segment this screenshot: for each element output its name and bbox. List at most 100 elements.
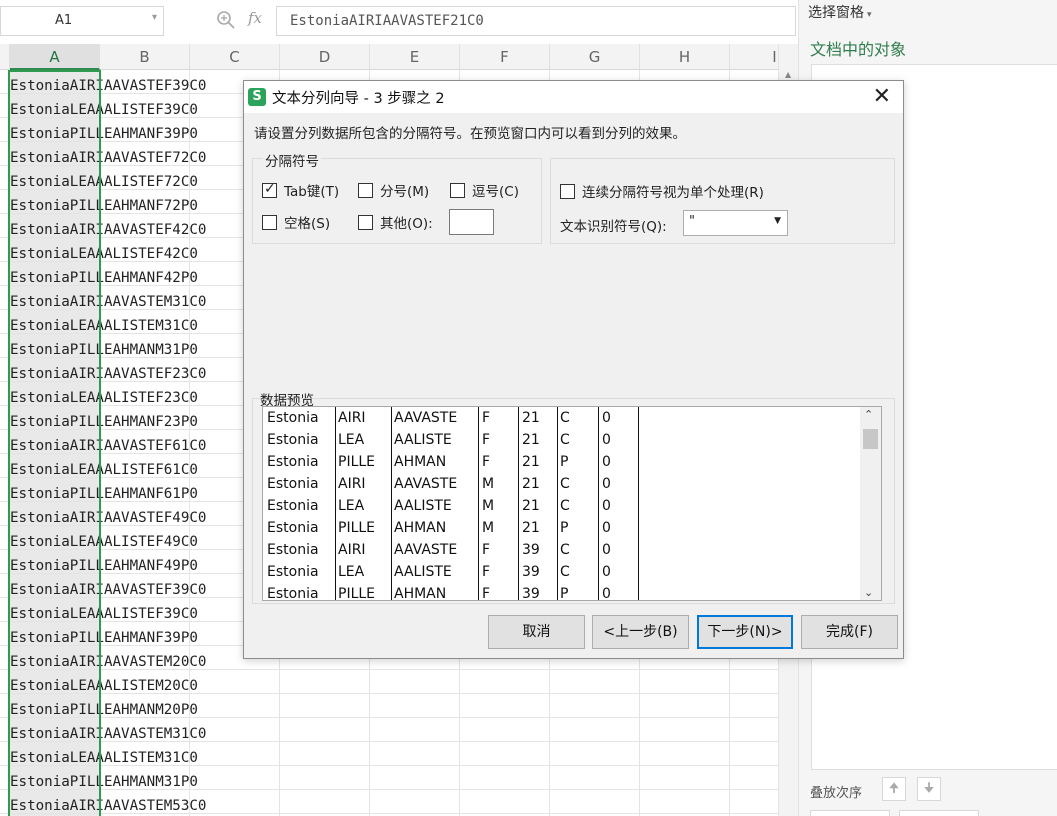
preview-cell: 0 xyxy=(602,564,611,580)
pane-title[interactable]: 选择窗格 ▾ xyxy=(808,2,872,22)
preview-row: Estonia AIRI AAVASTE F 39 C 0 xyxy=(263,539,863,561)
scrollbar-thumb[interactable] xyxy=(863,429,878,449)
cancel-button[interactable]: 取消 xyxy=(488,615,585,649)
preview-cell: LEA xyxy=(338,432,365,448)
chevron-down-icon[interactable]: ⌄ xyxy=(864,586,873,599)
preview-cell: F xyxy=(482,410,491,426)
dialog-titlebar[interactable]: S 文本分列向导 - 3 步骤之 2 ✕ xyxy=(244,81,903,113)
scroll-up-icon[interactable]: ▲ xyxy=(785,70,791,79)
checkbox-icon xyxy=(358,182,373,198)
preview-cell: F xyxy=(482,586,491,601)
preview-row: Estonia PILLE AHMAN M 21 P 0 xyxy=(263,517,863,539)
column-header-d[interactable]: D xyxy=(280,44,370,70)
finish-button[interactable]: 完成(F) xyxy=(801,615,898,649)
preview-row: Estonia PILLE AHMAN F 21 P 0 xyxy=(263,451,863,473)
preview-cell: P xyxy=(560,454,569,470)
column-header-g[interactable]: G xyxy=(550,44,640,70)
other-checkbox[interactable]: 其他(O): xyxy=(358,212,433,232)
preview-cell: 0 xyxy=(602,586,611,601)
chevron-up-icon[interactable]: ⌃ xyxy=(864,408,873,421)
consecutive-delimiters-label: 连续分隔符号视为单个处理(R) xyxy=(582,185,764,201)
preview-cell: C xyxy=(560,542,570,558)
text-qualifier-label: 文本识别符号(Q): xyxy=(560,219,667,235)
preview-cell: LEA xyxy=(338,498,365,514)
pane-bottom-button[interactable] xyxy=(810,810,890,816)
chevron-down-icon[interactable]: ▾ xyxy=(152,12,157,23)
pane-bottom-button[interactable] xyxy=(899,810,979,816)
data-preview[interactable]: Estonia AIRI AAVASTE F 21 C 0 Estonia LEA AALISTE… xyxy=(262,406,882,601)
preview-cell: P xyxy=(560,520,569,536)
preview-cell: M xyxy=(482,520,495,536)
preview-row: Estonia AIRI AAVASTE M 21 C 0 xyxy=(263,473,863,495)
text-qualifier-select[interactable]: " ▼ xyxy=(683,210,788,236)
preview-cell: Estonia xyxy=(267,586,319,601)
select-all-corner[interactable] xyxy=(0,44,10,70)
preview-cell: 39 xyxy=(522,542,540,558)
dropdown-arrow-icon: ▼ xyxy=(774,216,781,226)
preview-cell: AIRI xyxy=(338,410,366,426)
tab-checkbox[interactable]: Tab键(T) xyxy=(262,180,339,200)
text-to-columns-dialog: S 文本分列向导 - 3 步骤之 2 ✕ 请设置分列数据所包含的分隔符号。在预览… xyxy=(243,80,904,659)
preview-cell: F xyxy=(482,432,491,448)
preview-cell: 21 xyxy=(522,454,540,470)
preview-cell: Estonia xyxy=(267,498,319,514)
column-header-c[interactable]: C xyxy=(190,44,280,70)
checkbox-icon xyxy=(560,183,575,199)
name-box[interactable]: A1 ▾ xyxy=(0,6,164,36)
spreadsheet-app: A1 ▾ fx EstoniaAIRIAAVASTEF21C0 ABCDEFGH… xyxy=(0,0,1057,816)
preview-cell: AALISTE xyxy=(394,498,452,514)
other-delimiter-input[interactable] xyxy=(449,209,494,235)
text-qualifier-value: " xyxy=(689,214,695,229)
comma-checkbox-label: 逗号(C) xyxy=(472,184,519,200)
space-checkbox[interactable]: 空格(S) xyxy=(262,212,330,232)
preview-cell: 21 xyxy=(522,520,540,536)
zoom-icon[interactable] xyxy=(216,10,236,30)
column-header-h[interactable]: H xyxy=(640,44,730,70)
preview-cell: F xyxy=(482,542,491,558)
other-checkbox-label: 其他(O): xyxy=(380,216,433,232)
preview-cell: M xyxy=(482,498,495,514)
preview-cell: F xyxy=(482,454,491,470)
preview-cell: PILLE xyxy=(338,454,376,470)
column-header-a[interactable]: A xyxy=(10,44,100,70)
preview-scrollbar[interactable]: ⌃ ⌄ xyxy=(860,407,881,600)
preview-cell: P xyxy=(560,586,569,601)
space-checkbox-label: 空格(S) xyxy=(284,216,331,232)
preview-row: Estonia LEA AALISTE M 21 C 0 xyxy=(263,495,863,517)
preview-cell: 21 xyxy=(522,476,540,492)
preview-cell: Estonia xyxy=(267,520,319,536)
preview-cell: 21 xyxy=(522,498,540,514)
preview-cell: M xyxy=(482,476,495,492)
close-icon[interactable]: ✕ xyxy=(873,84,891,109)
arrow-down-icon[interactable]: 🠋 xyxy=(917,777,941,801)
comma-checkbox[interactable]: 逗号(C) xyxy=(450,180,519,200)
preview-cell: 0 xyxy=(602,520,611,536)
column-header-f[interactable]: F xyxy=(460,44,550,70)
caret-down-icon: ▾ xyxy=(867,10,872,20)
fx-icon[interactable]: fx xyxy=(248,9,262,27)
preview-cell: 39 xyxy=(522,564,540,580)
preview-cell: 0 xyxy=(602,410,611,426)
arrow-up-icon[interactable]: 🠉 xyxy=(882,777,906,801)
preview-cell: Estonia xyxy=(267,454,319,470)
back-button[interactable]: <上一步(B) xyxy=(592,615,689,649)
selection-outline xyxy=(8,70,101,816)
column-header-i[interactable]: I xyxy=(730,44,778,70)
preview-cell: C xyxy=(560,564,570,580)
preview-cell: AALISTE xyxy=(394,564,452,580)
consecutive-delimiters-checkbox[interactable]: 连续分隔符号视为单个处理(R) xyxy=(560,181,764,201)
column-header-b[interactable]: B xyxy=(100,44,190,70)
preview-cell: 0 xyxy=(602,476,611,492)
checkbox-checked-icon xyxy=(262,181,277,198)
formula-input[interactable]: EstoniaAIRIAAVASTEF21C0 xyxy=(276,6,796,36)
column-header-e[interactable]: E xyxy=(370,44,460,70)
tab-checkbox-label: Tab键(T) xyxy=(284,184,340,200)
next-button[interactable]: 下一步(N)> xyxy=(697,615,793,649)
preview-cell: AIRI xyxy=(338,542,366,558)
semicolon-checkbox[interactable]: 分号(M) xyxy=(358,180,429,200)
checkbox-icon xyxy=(262,214,277,230)
preview-cell: 21 xyxy=(522,410,540,426)
preview-row: Estonia AIRI AAVASTE F 21 C 0 xyxy=(263,407,863,429)
delimiters-group-label: 分隔符号 xyxy=(263,150,321,170)
app-logo-icon: S xyxy=(248,88,266,106)
